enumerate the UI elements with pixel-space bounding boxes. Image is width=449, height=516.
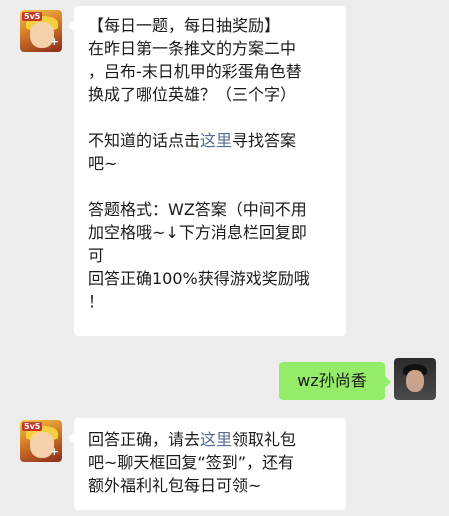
message-line: 在昨日第一条推文的方案二中 (88, 39, 297, 58)
user-reply-text: wz孙尚香 (297, 371, 367, 390)
answer-link[interactable]: 这里 (200, 131, 232, 150)
game-badge: 5v5 (22, 422, 43, 431)
confirm-prefix: 回答正确，请去 (88, 430, 201, 449)
avatar-face (406, 370, 424, 392)
user-reply-bubble: wz孙尚香 (279, 362, 391, 400)
hint-suffix: 寻找答案 (232, 131, 297, 150)
message-line: 可 (88, 246, 105, 265)
gift-link[interactable]: 这里 (200, 430, 232, 449)
hint-prefix: 不知道的话点击 (88, 131, 201, 150)
plus-icon: + (49, 445, 59, 458)
message-line: 吧~聊天框回复“签到”，还有 (88, 453, 294, 472)
user-avatar[interactable] (394, 358, 436, 400)
hint-line: 不知道的话点击这里寻找答案 (88, 129, 332, 152)
confirm-suffix: 领取礼包 (232, 430, 297, 449)
message-line: ，吕布-末日机甲的彩蛋角色替 (88, 62, 302, 81)
message-line: 加空格哦~↓下方消息栏回复即 (88, 223, 307, 242)
message-line: 额外福利礼包每日可领~ (88, 476, 262, 495)
answer-confirm-bubble: 回答正确，请去这里领取礼包 吧~聊天框回复“签到”，还有 额外福利礼包每日可领~ (68, 418, 346, 510)
message-line: 换成了哪位英雄？（三个字） (88, 85, 297, 104)
plus-icon: + (49, 35, 59, 48)
game-account-avatar[interactable]: 5v5 + (20, 420, 62, 462)
message-line: ！ (88, 292, 105, 311)
game-badge: 5v5 (22, 12, 43, 21)
message-line: 吧~ (88, 154, 118, 173)
game-account-avatar[interactable]: 5v5 + (20, 10, 62, 52)
question-message-bubble: 【每日一题，每日抽奖励】 在昨日第一条推文的方案二中 ，吕布-末日机甲的彩蛋角色… (68, 6, 346, 336)
message-line: 答题格式：WZ答案（中间不用 (88, 200, 307, 219)
message-line: 回答正确100%获得游戏奖励哦 (88, 269, 310, 288)
confirm-line: 回答正确，请去这里领取礼包 (88, 428, 332, 451)
message-line: 【每日一题，每日抽奖励】 (88, 16, 281, 35)
